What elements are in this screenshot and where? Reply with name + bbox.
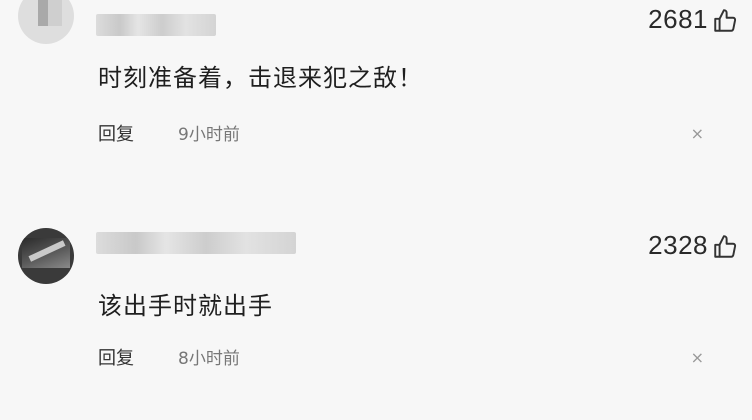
reply-button[interactable]: 回复 <box>98 120 134 146</box>
comment-item: 2328 该出手时就出手 回复 8小时前 × <box>0 210 752 420</box>
comment-item: 2681 时刻准备着，击退来犯之敌！ 回复 9小时前 × <box>0 0 752 210</box>
avatar[interactable] <box>18 228 74 284</box>
close-icon[interactable]: × <box>691 350 704 366</box>
thumbs-up-icon[interactable] <box>712 8 738 34</box>
close-icon[interactable]: × <box>691 126 704 142</box>
reply-button[interactable]: 回复 <box>98 344 134 370</box>
avatar[interactable] <box>18 0 74 44</box>
thumbs-up-icon[interactable] <box>712 234 738 260</box>
timestamp: 9小时前 <box>178 125 240 145</box>
like-count: 2328 <box>648 230 708 260</box>
timestamp: 8小时前 <box>178 349 240 369</box>
username-blurred <box>96 232 296 254</box>
username-blurred <box>96 14 216 36</box>
like-count: 2681 <box>648 4 708 34</box>
comment-text: 时刻准备着，击退来犯之敌！ <box>98 64 423 92</box>
comment-text: 该出手时就出手 <box>98 292 273 320</box>
